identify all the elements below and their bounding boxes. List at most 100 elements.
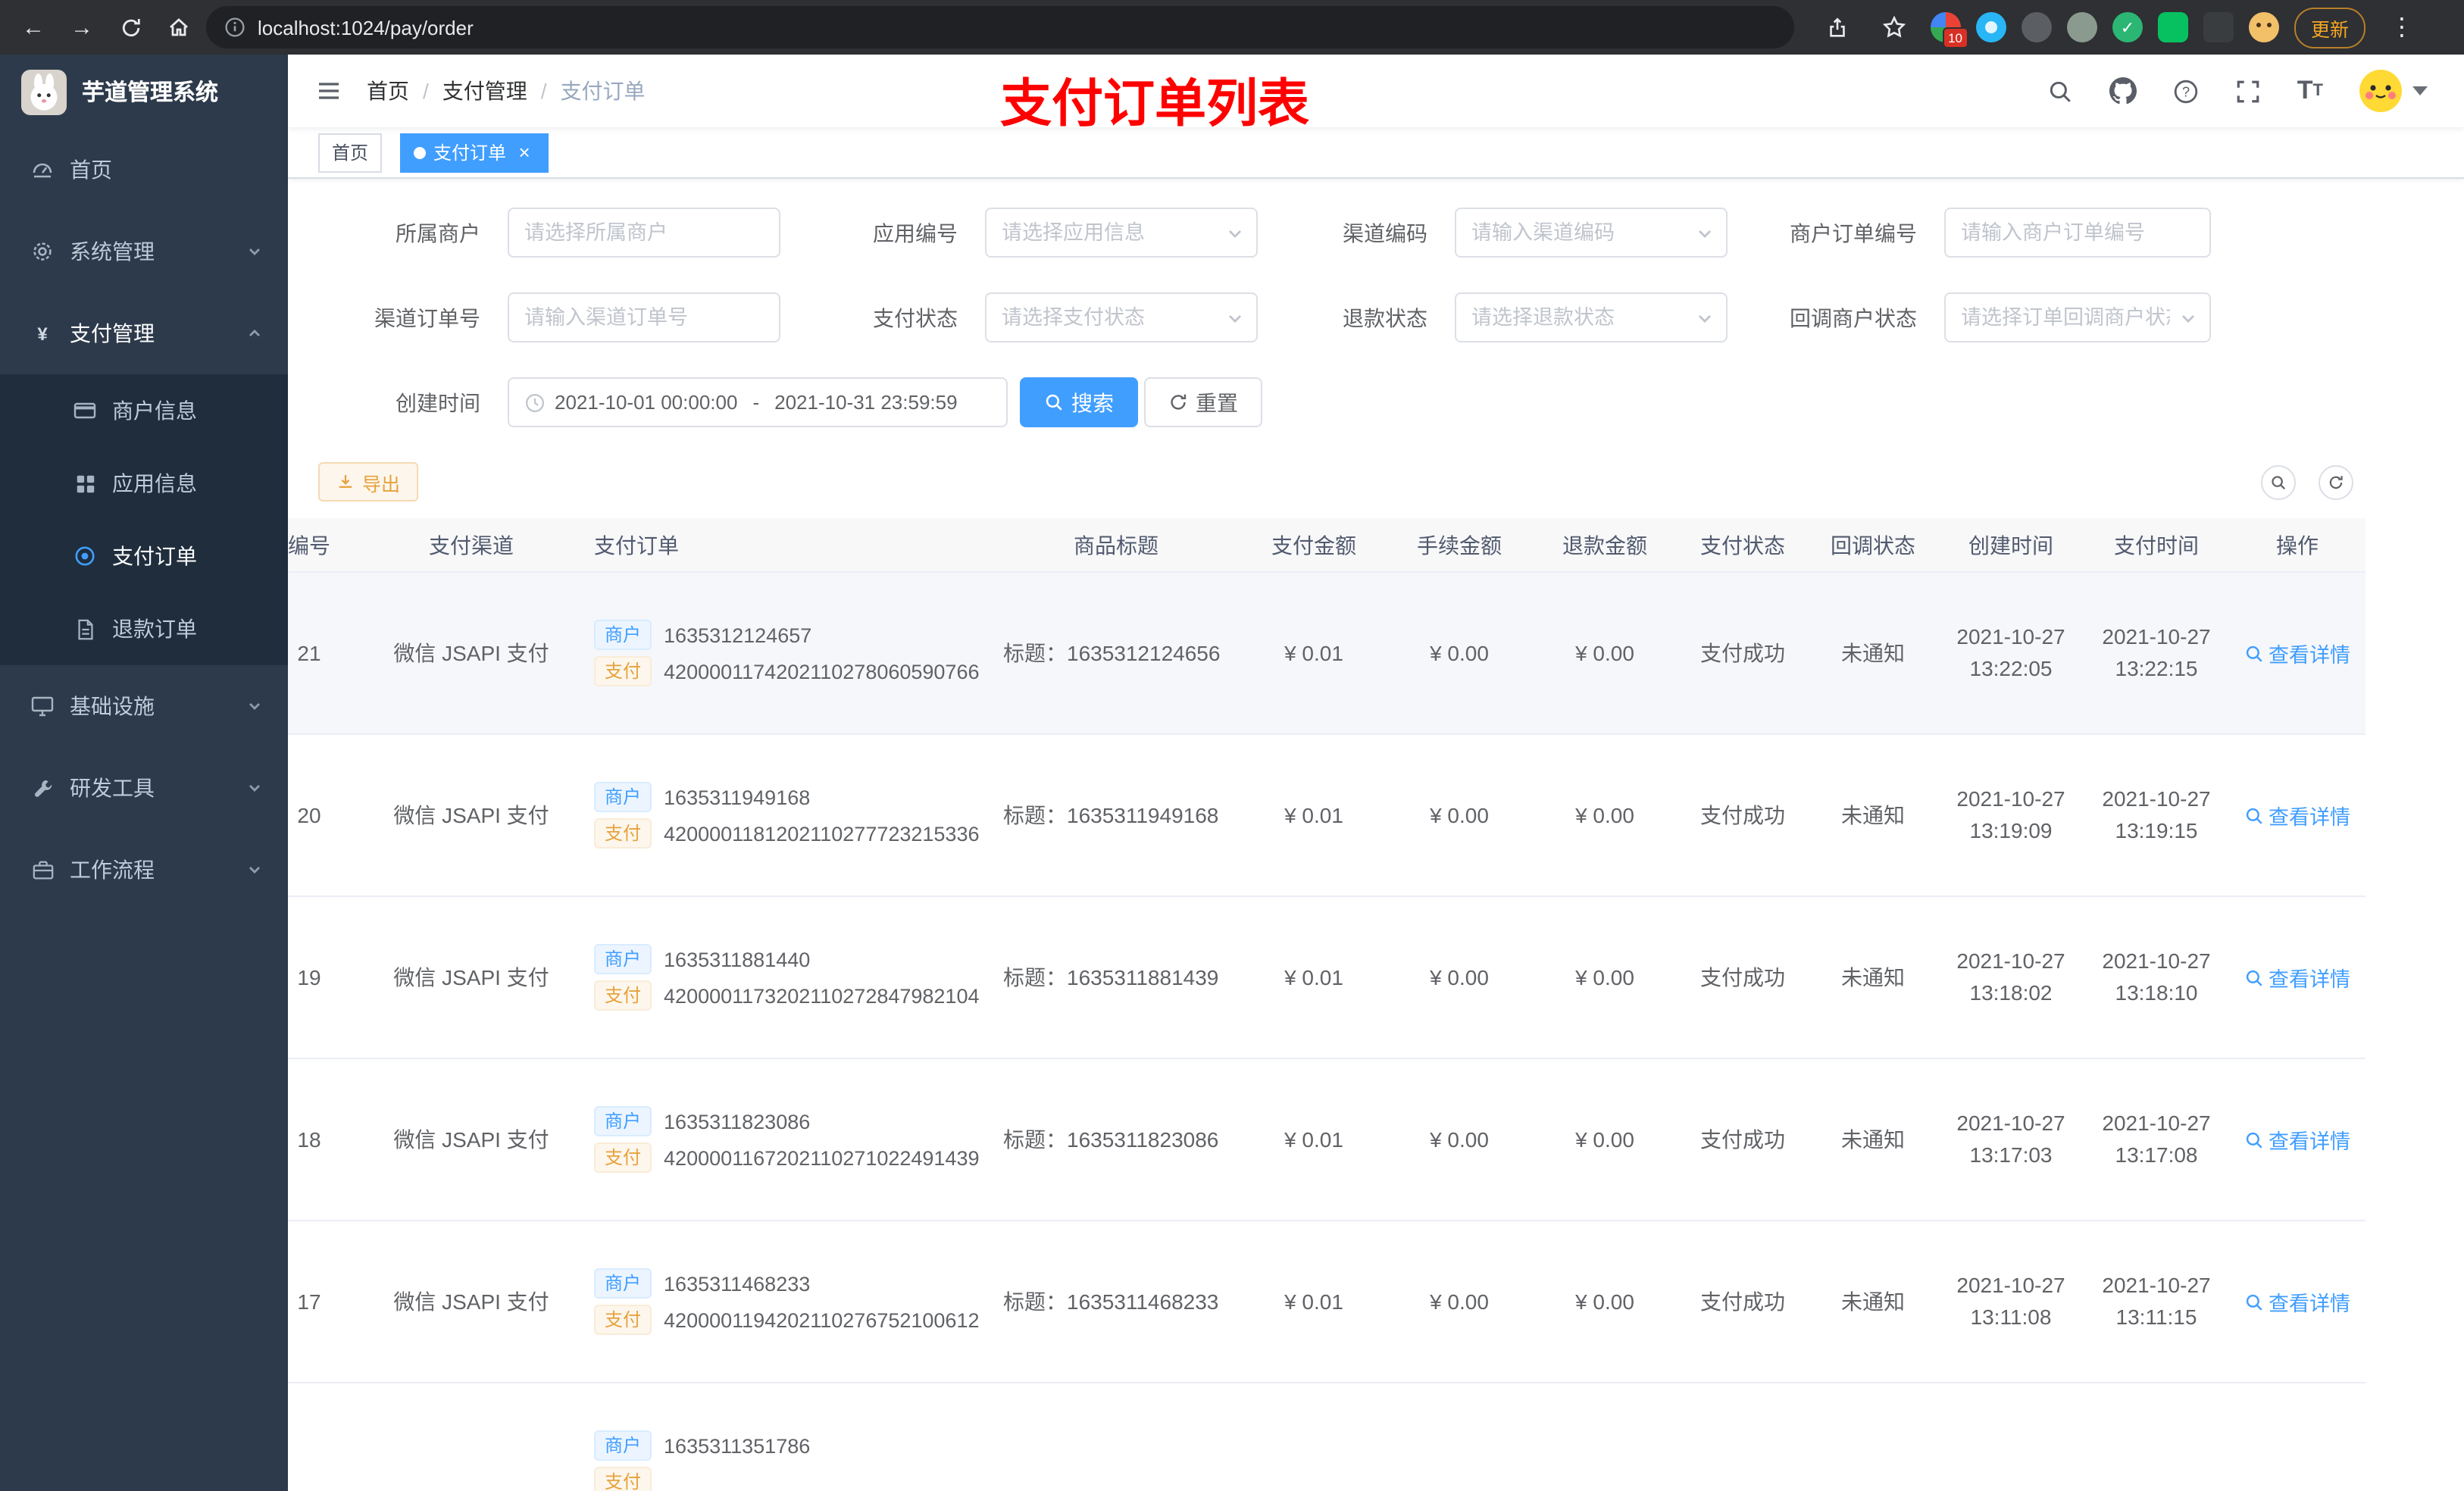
pay-date: 2021-10-27 bbox=[2102, 949, 2211, 973]
merchant-select-input[interactable] bbox=[524, 221, 764, 244]
channel-code-input[interactable] bbox=[1471, 221, 1687, 244]
back-button[interactable] bbox=[12, 6, 55, 48]
view-detail-link[interactable]: 查看详情 bbox=[2244, 962, 2350, 992]
monitor-icon bbox=[30, 694, 55, 718]
refund-status-select[interactable] bbox=[1455, 292, 1728, 342]
table-header: 编号 支付渠道 支付订单 商品标题 支付金额 手续金额 退款金额 支付状态 回调… bbox=[288, 518, 2366, 573]
export-button[interactable]: 导出 bbox=[318, 462, 419, 502]
search-icon bbox=[2050, 80, 2071, 102]
view-detail-link[interactable]: 查看详情 bbox=[2244, 800, 2350, 830]
notify-status-select[interactable] bbox=[1944, 292, 2211, 342]
channel-order-input-wrap[interactable] bbox=[508, 292, 780, 342]
address-bar[interactable]: localhost:1024/pay/order bbox=[206, 6, 1794, 48]
sidebar-item-merchant-info[interactable]: 商户信息 bbox=[0, 374, 288, 447]
github-icon-button[interactable] bbox=[2109, 77, 2137, 105]
sidebar-item-workflow[interactable]: 工作流程 bbox=[0, 829, 288, 911]
share-button[interactable] bbox=[1815, 6, 1858, 48]
date-range-input[interactable]: 2021-10-01 00:00:00 - 2021-10-31 23:59:5… bbox=[508, 377, 1008, 427]
cell-amount: ¥ 0.01 bbox=[1284, 803, 1343, 827]
sidebar-item-dev-tools[interactable]: 研发工具 bbox=[0, 747, 288, 829]
reload-button[interactable] bbox=[109, 6, 152, 48]
channel-order-input[interactable] bbox=[524, 306, 764, 329]
forward-button[interactable] bbox=[61, 6, 103, 48]
extension-icon-pin[interactable] bbox=[2203, 12, 2234, 42]
channel-code-select[interactable] bbox=[1455, 208, 1728, 258]
fullscreen-icon-button[interactable] bbox=[2235, 78, 2261, 104]
cell-pay-order: 商户 1635311351786 支付 bbox=[585, 1424, 991, 1491]
refresh-button[interactable] bbox=[2319, 464, 2353, 499]
app-select-input[interactable] bbox=[1002, 221, 1217, 244]
extension-icon-colorful[interactable]: 10 bbox=[1931, 12, 1968, 48]
search-button[interactable]: 搜索 bbox=[1020, 377, 1138, 427]
search-icon-button[interactable] bbox=[2047, 78, 2073, 104]
table-row[interactable]: 商户 1635311351786 支付 查看详情 bbox=[288, 1383, 2366, 1491]
header-cell-create-time: 创建时间 bbox=[1968, 533, 2053, 557]
sidebar-item-pay-order[interactable]: 支付订单 bbox=[0, 520, 288, 592]
sidebar-item-system[interactable]: 系统管理 bbox=[0, 211, 288, 292]
notify-status-input[interactable] bbox=[1961, 306, 2170, 329]
sidebar-item-home[interactable]: 首页 bbox=[0, 129, 288, 211]
merchant-select[interactable] bbox=[508, 208, 780, 258]
view-detail-link[interactable]: 查看详情 bbox=[2244, 638, 2350, 668]
breadcrumb-item-payment[interactable]: 支付管理 bbox=[442, 76, 527, 106]
app-logo-row[interactable]: 芋道管理系统 bbox=[0, 55, 288, 129]
user-menu[interactable] bbox=[2359, 70, 2428, 112]
sidebar-item-refund-order[interactable]: 退款订单 bbox=[0, 592, 288, 665]
hamburger-button[interactable] bbox=[312, 74, 346, 108]
filter-merchant: 所属商户 bbox=[299, 208, 780, 258]
cell-pay-order: 商户 1635311823086 支付 42000011672021102710… bbox=[585, 1100, 991, 1179]
app-select[interactable] bbox=[985, 208, 1258, 258]
tab-pay-order[interactable]: 支付订单 bbox=[400, 133, 549, 172]
merchant-order-input[interactable] bbox=[1961, 221, 2194, 244]
pay-status-input[interactable] bbox=[1002, 306, 1217, 329]
active-dot bbox=[414, 146, 427, 158]
pay-order-line: 支付 4200001181202110277723215336 bbox=[594, 818, 991, 849]
merchant-order-input-wrap[interactable] bbox=[1944, 208, 2211, 258]
update-button[interactable]: 更新 bbox=[2294, 7, 2366, 48]
pay-date: 2021-10-27 bbox=[2102, 1111, 2211, 1135]
chevron-down-icon bbox=[1226, 308, 1244, 327]
browser-menu-button[interactable] bbox=[2381, 6, 2423, 48]
extension-icon-check[interactable] bbox=[2112, 12, 2143, 42]
fontsize-icon-button[interactable] bbox=[2297, 76, 2323, 106]
extension-icon-drop[interactable] bbox=[1976, 12, 2006, 42]
cell-pay-status: 支付成功 bbox=[1700, 641, 1785, 665]
help-icon-button[interactable]: ? bbox=[2173, 78, 2199, 104]
sidebar-item-payment[interactable]: ¥ 支付管理 bbox=[0, 292, 288, 374]
extension-icon-monkey[interactable] bbox=[2249, 12, 2279, 42]
view-detail-label: 查看详情 bbox=[2269, 806, 2350, 829]
extension-icon-dark[interactable] bbox=[2022, 12, 2052, 42]
bookmark-star-button[interactable] bbox=[1873, 6, 1915, 48]
table-row[interactable]: 19 微信 JSAPI 支付 商户 1635311881440 支付 42000… bbox=[288, 897, 2366, 1059]
info-icon[interactable] bbox=[224, 17, 245, 38]
table-row[interactable]: 17 微信 JSAPI 支付 商户 1635311468233 支付 42000… bbox=[288, 1221, 2366, 1383]
view-detail-link[interactable]: 查看详情 bbox=[2244, 1124, 2350, 1155]
table-row[interactable]: 21 微信 JSAPI 支付 商户 1635312124657 支付 42000… bbox=[288, 573, 2366, 735]
table-row[interactable]: 20 微信 JSAPI 支付 商户 1635311949168 支付 42000… bbox=[288, 735, 2366, 897]
pay-status-select[interactable] bbox=[985, 292, 1258, 342]
sidebar-item-app-info[interactable]: 应用信息 bbox=[0, 447, 288, 520]
filter-reset: 重置 bbox=[1144, 377, 1262, 427]
table-row[interactable]: 18 微信 JSAPI 支付 商户 1635311823086 支付 42000… bbox=[288, 1059, 2366, 1221]
reset-button[interactable]: 重置 bbox=[1144, 377, 1262, 427]
toggle-search-button[interactable] bbox=[2261, 464, 2296, 499]
header-cell-pay-order: 支付订单 bbox=[594, 533, 679, 557]
close-icon[interactable] bbox=[514, 142, 535, 163]
merchant-tag: 商户 bbox=[594, 620, 652, 650]
tab-home[interactable]: 首页 bbox=[318, 133, 383, 172]
extension-icon-green-square[interactable] bbox=[2158, 12, 2188, 42]
merchant-tag: 商户 bbox=[594, 1106, 652, 1136]
filter-channel-order-no: 渠道订单号 bbox=[299, 292, 780, 342]
extension-icon-gray[interactable] bbox=[2067, 12, 2097, 42]
reload-icon bbox=[121, 18, 139, 36]
fullscreen-icon bbox=[2237, 80, 2259, 102]
right-toolbar bbox=[2261, 464, 2353, 499]
view-detail-link[interactable]: 查看详情 bbox=[2244, 1286, 2350, 1317]
pay-order-line: 支付 4200001167202110271022491439 bbox=[594, 1142, 991, 1173]
cell-actions: 查看详情 bbox=[2229, 1286, 2366, 1317]
breadcrumb-item-home[interactable]: 首页 bbox=[367, 76, 409, 106]
home-button[interactable] bbox=[158, 6, 200, 48]
refund-status-input[interactable] bbox=[1471, 306, 1687, 329]
merchant-tag: 商户 bbox=[594, 782, 652, 812]
sidebar-item-infrastructure[interactable]: 基础设施 bbox=[0, 665, 288, 747]
